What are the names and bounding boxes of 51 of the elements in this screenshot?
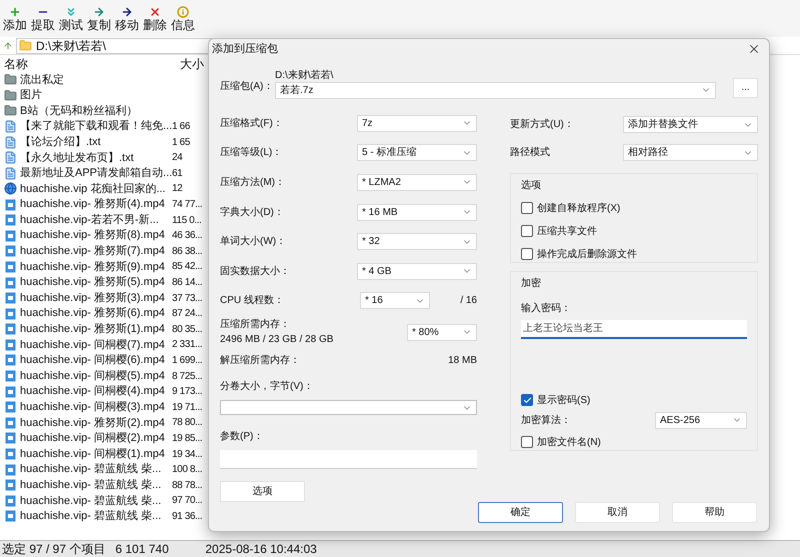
- size-cell-text: 19 71...: [172, 400, 202, 415]
- field-label: 压缩所需内存：: [220, 318, 291, 332]
- size-cell-text: 86 14...: [172, 276, 202, 290]
- field-label: CPU 线程数：: [220, 294, 285, 308]
- group-title: 选项: [521, 178, 542, 192]
- field-label: 更新方式(U)：: [510, 118, 574, 132]
- size-cell-text: 97 70...: [172, 494, 202, 508]
- size-cell-text: 46 36...: [172, 229, 202, 244]
- memory-value: 2496 MB / 23 GB / 28 GB: [220, 333, 334, 348]
- size-cell-text: 12: [172, 182, 182, 196]
- field-label: 单词大小(W)：: [220, 234, 286, 250]
- size-cell-text: 61: [172, 166, 182, 181]
- field-label: 压缩格式(F)：: [220, 116, 283, 131]
- size-cell-text: 91 36...: [172, 510, 202, 524]
- size-cell-text: 88 78...: [172, 478, 202, 493]
- size-cell-text: 8 725...: [172, 370, 202, 384]
- group-title: 加密: [521, 276, 542, 290]
- size-cell-text: 37 73...: [172, 292, 202, 306]
- status-size: 6 101 740: [115, 541, 170, 557]
- size-cell-text: 9 173...: [172, 385, 202, 400]
- size-cell-text: 78 80...: [172, 416, 202, 430]
- field-label: 压缩等级(L)：: [220, 146, 282, 160]
- size-cell-text: 87 24...: [172, 307, 202, 322]
- field-label: 路径模式: [510, 146, 550, 160]
- field-label: 参数(P)：: [220, 431, 264, 442]
- thread-max: / 16: [460, 294, 477, 308]
- folder-path: D:\来财\若若\: [275, 70, 334, 82]
- field-label: 解压缩所需内存：: [220, 354, 300, 368]
- field-label: 压缩方法(M)：: [220, 176, 285, 190]
- field-label: 压缩包(A)：: [220, 80, 274, 94]
- size-cell-text: 1 65: [172, 136, 190, 150]
- field-label: 分卷大小，字节(V)：: [220, 381, 314, 392]
- size-cell-text: 24: [172, 151, 182, 166]
- size-cell-text: 19 85...: [172, 432, 202, 446]
- field-label: 字典大小(D)：: [220, 206, 284, 220]
- size-cell-text: 85 42...: [172, 260, 202, 274]
- size-cell-text: 2 331...: [172, 338, 202, 352]
- size-cell-text: 19 34...: [172, 448, 202, 462]
- size-cell-text: 115 0...: [172, 214, 202, 228]
- field-label: 加密算法：: [521, 414, 571, 428]
- memory-value: 18 MB: [448, 354, 477, 368]
- status-date: 2025-08-16 10:44:03: [205, 541, 317, 557]
- field-label: 固实数据大小：: [220, 264, 290, 279]
- size-cell-text: 1 699...: [172, 354, 202, 368]
- size-cell-text: 86 38...: [172, 244, 202, 259]
- size-cell-text: 100 8...: [172, 463, 202, 478]
- size-cell-text: 80 35...: [172, 322, 202, 337]
- field-label: 输入密码：: [521, 302, 572, 316]
- size-cell-text: 74 77...: [172, 198, 202, 212]
- status-selection: 选定 97 / 97 个项目: [2, 541, 106, 557]
- size-cell-text: 1 66: [172, 120, 190, 134]
